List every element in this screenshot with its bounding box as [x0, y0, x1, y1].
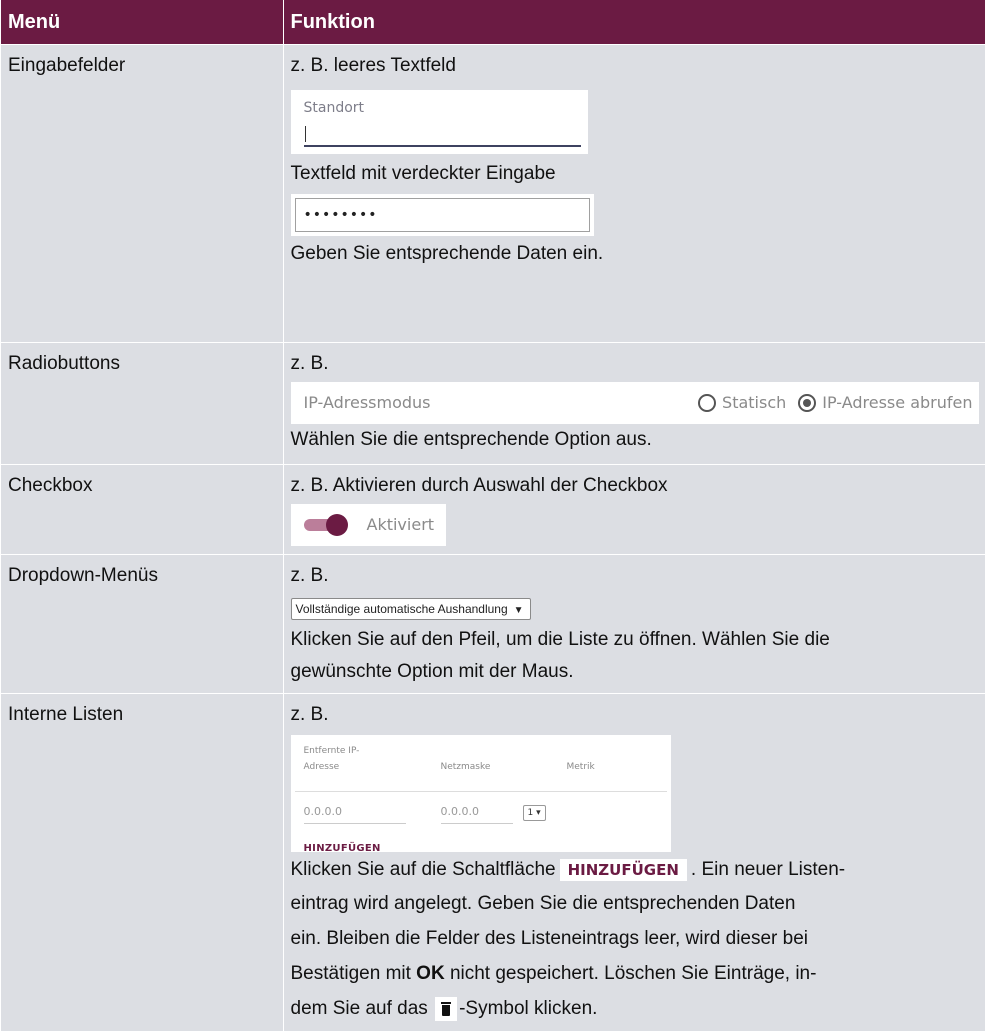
text-field-example[interactable]: Standort	[291, 90, 588, 154]
description-text: Wählen Sie die entsprechende Option aus.	[291, 424, 979, 456]
table-row: Interne Listen z. B. Entfernte IP- Adres…	[1, 694, 985, 1031]
menu-cell: Interne Listen	[1, 694, 283, 1031]
text-caret	[305, 126, 306, 142]
radio-option-label: Statisch	[722, 382, 786, 424]
column-header: Entfernte IP-	[304, 745, 360, 757]
radio-option-dhcp[interactable]: IP-Adresse abrufen	[798, 382, 972, 424]
function-table: Menü Funktion Eingabefelder z. B. leeres…	[1, 0, 985, 1031]
description-text: gewünschte Option mit der Maus.	[291, 656, 979, 688]
header-menu: Menü	[1, 0, 283, 45]
internal-list-example: Entfernte IP- Adresse Netzmaske Metrik 0…	[291, 735, 671, 852]
function-cell: z. B. Vollständige automatische Aushandl…	[283, 555, 985, 694]
radio-unchecked-icon	[698, 394, 716, 412]
header-divider	[295, 791, 667, 792]
table-row: Checkbox z. B. Aktivieren durch Auswahl …	[1, 465, 985, 555]
menu-cell: Radiobuttons	[1, 343, 283, 465]
netmask-value[interactable]: 0.0.0.0	[441, 805, 479, 819]
field-label: Standort	[304, 100, 365, 116]
field-underline	[304, 145, 581, 147]
add-button-inline: HINZUFÜGEN	[560, 859, 687, 881]
column-header: Metrik	[567, 761, 595, 773]
header-function: Funktion	[283, 0, 985, 45]
add-button[interactable]: HINZUFÜGEN	[304, 833, 381, 865]
description-text: Geben Sie entsprechende Daten ein.	[291, 238, 979, 270]
dropdown-example[interactable]: Vollständige automatische Aushandlung ▼	[291, 598, 531, 620]
description-text: dem Sie auf das -Symbol klicken.	[291, 991, 979, 1026]
menu-cell: Checkbox	[1, 465, 283, 555]
radio-options: Statisch IP-Adresse abrufen	[698, 382, 972, 424]
description-text: Textfeld mit verdeckter Eingabe	[291, 158, 979, 190]
radio-example: IP-Adressmodus Statisch IP-Adresse abruf…	[291, 382, 979, 424]
table-row: Radiobuttons z. B. IP-Adressmodus Statis…	[1, 343, 985, 465]
toggle-example[interactable]: Aktiviert	[291, 504, 446, 546]
field-underline	[304, 823, 406, 824]
dropdown-arrow-icon: ▼	[514, 605, 524, 616]
header-row: Menü Funktion	[1, 0, 985, 45]
description-text: Bestätigen mit OK nicht gespeichert. Lös…	[291, 956, 979, 991]
ip-value[interactable]: 0.0.0.0	[304, 805, 342, 819]
description-text: Klicken Sie auf die SchaltflächeHINZUFÜG…	[291, 854, 979, 886]
description-text: ein. Bleiben die Felder des Listeneintra…	[291, 921, 979, 956]
description-text: z. B.	[291, 699, 979, 731]
password-field-example[interactable]: ••••••••	[291, 194, 594, 236]
password-box: ••••••••	[295, 198, 590, 232]
description-text: z. B.	[291, 560, 979, 592]
function-cell: z. B. IP-Adressmodus Statisch IP-Adresse…	[283, 343, 985, 465]
description-text: z. B. Aktivieren durch Auswahl der Check…	[291, 470, 979, 502]
trash-icon	[435, 997, 457, 1021]
toggle-label: Aktiviert	[367, 504, 435, 546]
menu-cell: Dropdown-Menüs	[1, 555, 283, 694]
radio-option-static[interactable]: Statisch	[698, 382, 786, 424]
menu-cell: Eingabefelder	[1, 45, 283, 343]
field-underline	[441, 823, 513, 824]
description-text: Klicken Sie auf den Pfeil, um die Liste …	[291, 624, 979, 656]
radio-option-label: IP-Adresse abrufen	[822, 382, 972, 424]
function-cell: z. B. leeres Textfeld Standort Textfeld …	[283, 45, 985, 343]
metric-select[interactable]: 1 ▾	[523, 805, 546, 821]
column-header: Netzmaske	[441, 761, 491, 773]
dropdown-value: Vollständige automatische Aushandlung	[296, 602, 508, 616]
description-text: z. B.	[291, 348, 979, 380]
radio-group-label: IP-Adressmodus	[304, 382, 431, 424]
radio-checked-icon	[798, 394, 816, 412]
password-dots: ••••••••	[304, 199, 378, 231]
table-row: Eingabefelder z. B. leeres Textfeld Stan…	[1, 45, 985, 343]
toggle-switch-icon	[304, 517, 348, 533]
function-cell: z. B. Entfernte IP- Adresse Netzmaske Me…	[283, 694, 985, 1031]
description-text: z. B. leeres Textfeld	[291, 50, 979, 82]
function-cell: z. B. Aktivieren durch Auswahl der Check…	[283, 465, 985, 555]
description-text: eintrag wird angelegt. Geben Sie die ent…	[291, 886, 979, 921]
column-header: Adresse	[304, 761, 340, 773]
table-row: Dropdown-Menüs z. B. Vollständige automa…	[1, 555, 985, 694]
